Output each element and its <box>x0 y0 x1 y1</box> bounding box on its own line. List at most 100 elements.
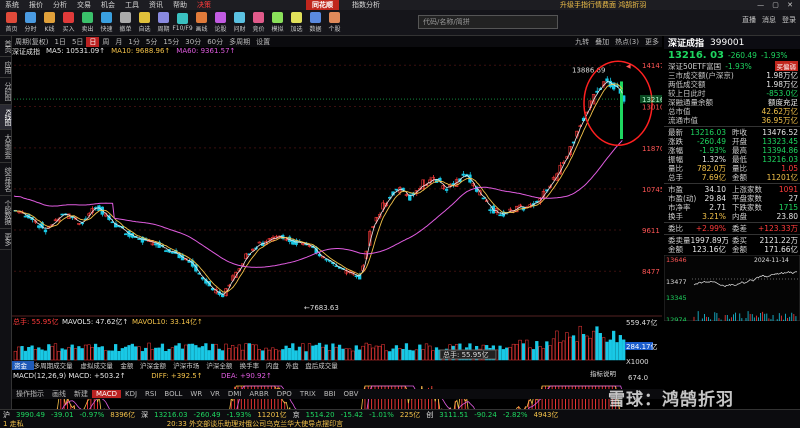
volume-bar <box>124 346 128 361</box>
volume-bar <box>170 347 175 361</box>
menu-item[interactable]: 帮助 <box>168 0 192 10</box>
toolbar-button[interactable]: 快速 <box>97 11 116 35</box>
period-tab[interactable]: 日 <box>86 36 100 47</box>
volume-bar <box>237 344 241 361</box>
sidebar-tab[interactable]: K线图 <box>0 105 12 130</box>
toolbar-right-item[interactable]: 消息 <box>762 15 776 25</box>
chart-tool[interactable]: 叠加 <box>592 37 612 47</box>
toolbar-right-item[interactable]: 登录 <box>782 15 796 25</box>
period-tab[interactable]: 1日 <box>51 37 68 47</box>
menu-item[interactable]: 机会 <box>96 0 120 10</box>
indicator-tab[interactable]: 操作指示 <box>12 389 48 399</box>
news-ticker[interactable]: 1 走私 20:33 外交部谈乐助理对俄公司乌克兰华大使导点摆印言 <box>0 419 800 428</box>
chart-tool[interactable]: 九转 <box>572 37 592 47</box>
volume-bar <box>234 347 238 361</box>
chart-tool[interactable]: 更多 <box>642 37 662 47</box>
indicator-tab[interactable]: WR <box>186 390 206 398</box>
sidebar-tab[interactable]: 首页 <box>0 36 12 57</box>
quote-value: 782.0万 <box>697 164 726 173</box>
quote-value: 27 <box>788 194 798 203</box>
indicator-tab[interactable]: RSI <box>141 390 160 398</box>
toolbar-button[interactable]: 自选 <box>135 11 154 35</box>
toolbar-button[interactable]: 加选 <box>287 11 306 35</box>
period-tab[interactable]: 60分 <box>204 37 226 47</box>
toolbar-button[interactable]: K线 <box>40 11 59 35</box>
toolbar-button[interactable]: 周期 <box>154 11 173 35</box>
toolbar-button[interactable]: 数据 <box>306 11 325 35</box>
volume-bar <box>297 346 302 361</box>
sidebar-tab[interactable]: 更多 <box>0 229 12 250</box>
window-controls[interactable]: — ▢ ✕ <box>757 1 796 9</box>
toolbar-right-item[interactable]: 直播 <box>742 15 756 25</box>
summary-value: 42.62万亿 <box>761 107 798 116</box>
indicator-tab[interactable]: DMI <box>224 390 246 398</box>
indicator-tab[interactable]: VR <box>206 390 224 398</box>
indicator-tab[interactable]: ARBR <box>245 390 272 398</box>
sidebar-tab[interactable]: 个股数据 <box>0 196 12 229</box>
toolbar-button[interactable]: 分时 <box>21 11 40 35</box>
indicator-tab[interactable]: KDJ <box>121 390 141 398</box>
sidebar-tab[interactable]: 大单资金 <box>0 130 12 163</box>
menu-item[interactable]: 系统 <box>0 0 24 10</box>
menu-item[interactable]: 资讯 <box>144 0 168 10</box>
search-input[interactable]: 代码/名称/简拼 <box>418 15 558 29</box>
menu-item[interactable]: 报价 <box>24 0 48 10</box>
toolbar-button[interactable]: F10/F9 <box>172 11 193 35</box>
period-tab[interactable]: 1分 <box>125 37 142 47</box>
indicator-tab[interactable]: TRIX <box>296 390 320 398</box>
volume-bar <box>518 339 522 361</box>
volume-bar <box>264 347 268 361</box>
indicator-tab[interactable]: 新建 <box>70 389 92 399</box>
period-tab[interactable]: 5日 <box>69 37 86 47</box>
indicator-tab[interactable]: BBI <box>320 390 340 398</box>
period-tab[interactable]: 30分 <box>182 37 204 47</box>
menu-item[interactable]: 工具 <box>120 0 144 10</box>
sidebar-tab[interactable]: 应用 <box>0 57 12 78</box>
kline-chart[interactable]: 13886.69←7683.63141471321613010118701074… <box>12 56 662 409</box>
toolbar-button[interactable]: 模拟 <box>268 11 287 35</box>
candle-body <box>154 243 158 246</box>
menu-item[interactable]: 分析 <box>48 0 72 10</box>
toolbar-button[interactable]: 卖出 <box>78 11 97 35</box>
indicator-tab[interactable]: DPO <box>273 390 296 398</box>
volume-bar <box>274 349 278 361</box>
toolbar-button[interactable]: 买入 <box>59 11 78 35</box>
weibi-row: 委比 +2.99% 委差 +123.33万 <box>664 224 800 233</box>
volume-bar <box>404 343 409 361</box>
ma10-line <box>13 83 623 293</box>
toolbar-button[interactable]: 问财 <box>230 11 249 35</box>
toolbar-button[interactable]: 撤单 <box>116 11 135 35</box>
summary-label: 两低成交额 <box>668 80 706 89</box>
mini-date: 2024-11-14 <box>754 257 789 264</box>
chart-tool[interactable]: 热点(3) <box>612 37 642 47</box>
quote-value: 1997.89万 <box>690 236 729 245</box>
menu-item[interactable]: 交易 <box>72 0 96 10</box>
toolbar-button[interactable]: 画线 <box>192 11 211 35</box>
quote-value: 11201亿 <box>766 173 798 182</box>
fund-tab: 多周期成交量 <box>34 361 74 370</box>
indicator-tab[interactable]: 画线 <box>48 389 70 399</box>
etf-row[interactable]: 深证50ETF富国 -1.93% 买偏弱 <box>664 61 800 71</box>
toolbar-button[interactable]: 竞价 <box>249 11 268 35</box>
period-tab[interactable]: 周 <box>99 37 112 47</box>
candle-body <box>80 222 84 225</box>
indicator-tab[interactable]: MACD <box>92 390 121 398</box>
period-tab[interactable]: 5分 <box>143 37 160 47</box>
indicator-tab[interactable]: OBV <box>339 390 362 398</box>
toolbar-button[interactable]: 个股 <box>325 11 344 35</box>
menu-item[interactable]: 决策 <box>192 0 216 10</box>
period-tab[interactable]: 15分 <box>160 37 182 47</box>
period-tabs: 周期(复权) 1日 5日日周月 1分 5分 15分 30分 60分 多周期 设置 <box>12 36 273 47</box>
sidebar-tab[interactable]: 分时图 <box>0 78 12 105</box>
mini-intraday-chart[interactable]: 13646 13477 13345 12974 2024-11-14 <box>664 255 800 321</box>
period-tab[interactable]: 周期(复权) <box>12 37 51 47</box>
period-tab[interactable]: 多周期 <box>226 37 253 47</box>
toolbar-button[interactable]: 首页 <box>2 11 21 35</box>
period-tab[interactable]: 月 <box>112 37 125 47</box>
period-tab[interactable]: 设置 <box>253 37 273 47</box>
toolbar-button[interactable]: 论股 <box>211 11 230 35</box>
indicator-tab[interactable]: BOLL <box>160 390 186 398</box>
toolbar-button-label: 自选 <box>138 26 151 33</box>
sidebar-tab[interactable]: 综合排名 <box>0 163 12 196</box>
promo-text[interactable]: 升级手指行情费面 鸿鹄折羽 <box>560 0 646 10</box>
